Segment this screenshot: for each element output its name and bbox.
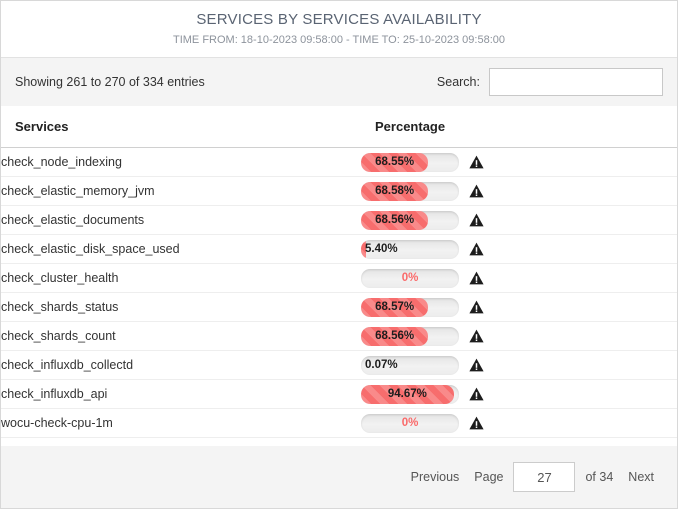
progress-bar-track: 0.07% [361,355,459,375]
table-row[interactable]: check_elastic_disk_space_used 5.40% [1,234,677,264]
warning-icon [469,416,484,430]
service-name-cell: check_elastic_disk_space_used [1,234,361,264]
service-name-cell: check_shards_count [1,321,361,351]
services-table: Services Percentage check_node_indexing 6… [1,106,677,438]
progress-bar-label: 68.57% [375,300,415,313]
page-title: SERVICES BY SERVICES AVAILABILITY [196,11,482,28]
search-group: Search: [437,68,663,96]
table-row[interactable]: check_node_indexing 68.55% [1,147,677,177]
previous-button[interactable]: Previous [411,470,460,484]
table-row[interactable]: check_influxdb_collectd 0.07% [1,350,677,380]
progress-bar-track: 68.56% [361,210,459,230]
percentage-cell: 68.55% [361,147,677,177]
percentage-cell: 68.58% [361,176,677,206]
entries-count-label: Showing 261 to 270 of 334 entries [15,75,205,89]
progress-bar-label: 0% [401,271,419,284]
progress-bar-label: 94.67% [387,387,427,400]
progress-bar-label: 0% [401,416,419,429]
percentage-inner: 0% [361,268,677,288]
percentage-inner: 68.57% [361,297,677,317]
progress-bar-label: 0.07% [365,358,398,371]
percentage-inner: 68.56% [361,210,677,230]
warning-icon [469,300,484,314]
percentage-inner: 0% [361,413,677,433]
progress-bar-label: 68.56% [375,213,415,226]
percentage-cell: 68.56% [361,321,677,351]
progress-bar-label: 68.58% [375,184,415,197]
progress-bar-track: 94.67% [361,384,459,404]
progress-bar-track: 68.57% [361,297,459,317]
table-row[interactable]: check_elastic_memory_jvm 68.58% [1,176,677,206]
column-header-services[interactable]: Services [1,106,361,148]
page-label: Page [474,470,504,484]
percentage-cell: 0% [361,263,677,293]
warning-icon [469,329,484,343]
warning-icon [469,184,484,198]
percentage-cell: 68.56% [361,205,677,235]
warning-icon [469,387,484,401]
table-row[interactable]: check_shards_count 68.56% [1,321,677,351]
time-range-subtitle: TIME FROM: 18-10-2023 09:58:00 - TIME TO… [172,34,505,46]
percentage-inner: 68.55% [361,152,677,172]
table-toolbar: Showing 261 to 270 of 334 entries Search… [1,58,677,106]
service-name-cell: wocu-check-cpu-1m [1,408,361,438]
progress-bar-track: 0% [361,268,459,288]
percentage-inner: 0.07% [361,355,677,375]
percentage-cell: 94.67% [361,379,677,409]
percentage-inner: 68.58% [361,181,677,201]
percentage-inner: 5.40% [361,239,677,259]
service-name-cell: check_influxdb_api [1,379,361,409]
percentage-inner: 94.67% [361,384,677,404]
progress-bar-label: 5.40% [365,242,398,255]
progress-bar-track: 68.58% [361,181,459,201]
progress-bar-label: 68.56% [375,329,415,342]
table-body: check_node_indexing 68.55% check_elastic_m… [1,147,677,438]
panel-header: SERVICES BY SERVICES AVAILABILITY TIME F… [1,1,677,58]
table-header-row: Services Percentage [1,106,677,148]
table-row[interactable]: check_cluster_health 0% [1,263,677,293]
warning-icon [469,358,484,372]
service-name-cell: check_elastic_documents [1,205,361,235]
page-number-input[interactable] [513,462,576,492]
percentage-cell: 68.57% [361,292,677,322]
progress-bar-track: 0% [361,413,459,433]
percentage-cell: 0% [361,408,677,438]
progress-bar-track: 5.40% [361,239,459,259]
search-input[interactable] [489,68,663,96]
service-name-cell: check_shards_status [1,292,361,322]
warning-icon [469,213,484,227]
warning-icon [469,155,484,169]
progress-bar-label: 68.55% [375,155,415,168]
total-pages-label: of 34 [585,470,614,484]
warning-icon [469,242,484,256]
table-row[interactable]: check_shards_status 68.57% [1,292,677,322]
progress-bar-track: 68.56% [361,326,459,346]
table-row[interactable]: check_elastic_documents 68.56% [1,205,677,235]
service-name-cell: check_influxdb_collectd [1,350,361,380]
service-name-cell: check_node_indexing [1,147,361,177]
percentage-cell: 0.07% [361,350,677,380]
search-label: Search: [436,75,480,89]
table-row[interactable]: wocu-check-cpu-1m 0% [1,408,677,438]
column-header-percentage[interactable]: Percentage [361,106,677,148]
pagination-footer: Previous Page of 34 Next [1,446,677,508]
table-area: Services Percentage check_node_indexing 6… [1,106,677,446]
services-availability-panel: SERVICES BY SERVICES AVAILABILITY TIME F… [0,0,678,509]
warning-icon [469,271,484,285]
table-row[interactable]: check_influxdb_api 94.67% [1,379,677,409]
table-head: Services Percentage [1,106,677,148]
percentage-cell: 5.40% [361,234,677,264]
next-button[interactable]: Next [628,470,654,484]
service-name-cell: check_elastic_memory_jvm [1,176,361,206]
progress-bar-track: 68.55% [361,152,459,172]
percentage-inner: 68.56% [361,326,677,346]
service-name-cell: check_cluster_health [1,263,361,293]
